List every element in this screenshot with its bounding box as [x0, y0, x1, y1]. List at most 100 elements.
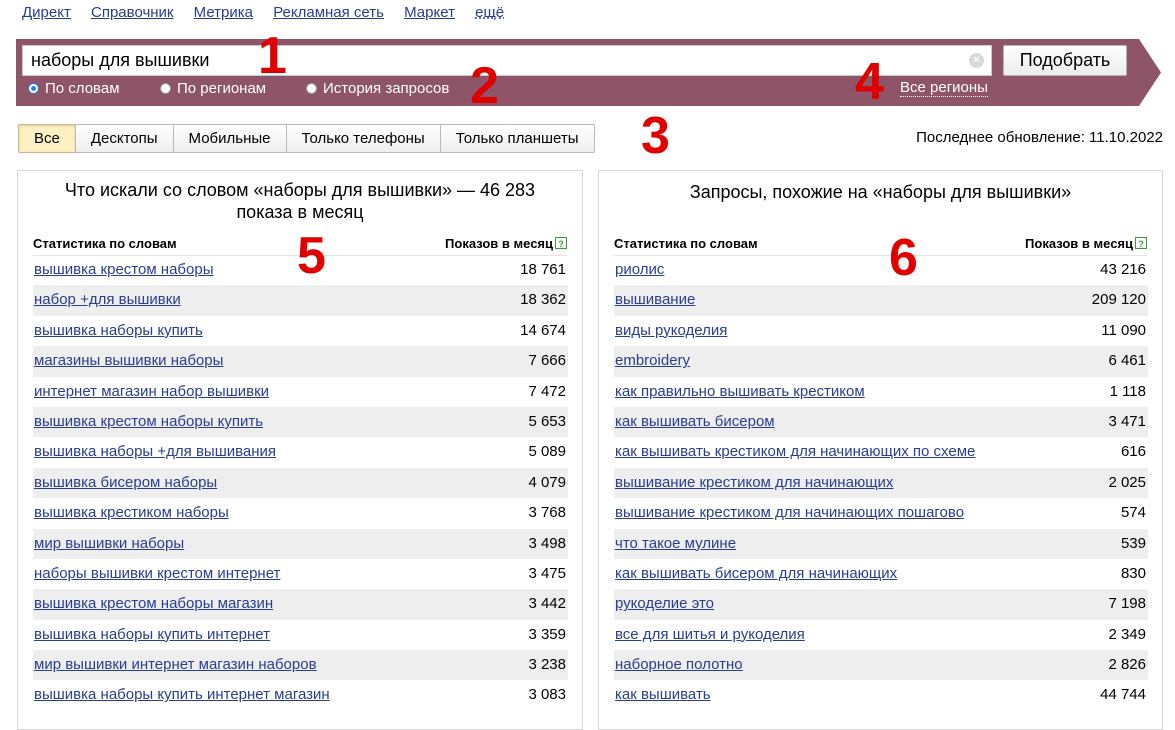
panel-title: Запросы, похожие на «наборы для вышивки»	[689, 182, 1072, 202]
keyword-link[interactable]: мир вышивки интернет магазин наборов	[34, 656, 317, 673]
impressions-count: 209 120	[1091, 291, 1146, 309]
impressions-count: 2 349	[1108, 625, 1146, 643]
col-header-words: Статистика по словам	[614, 236, 758, 251]
impressions-count: 830	[1120, 564, 1146, 582]
table-row: как вышивать 44 744	[614, 680, 1148, 710]
nav-link-market[interactable]: Маркет	[404, 4, 455, 21]
impressions-count: 6 461	[1108, 352, 1146, 370]
device-tabs: Все Десктопы Мобильные Только телефоны Т…	[18, 124, 595, 153]
radio-label: История запросов	[323, 80, 450, 97]
submit-button[interactable]: Подобрать	[1003, 45, 1127, 76]
keyword-link[interactable]: как вышивать крестиком для начинающих по…	[615, 443, 975, 460]
impressions-count: 7 472	[528, 382, 566, 400]
impressions-count: 2 826	[1108, 656, 1146, 674]
table-row: вышивка бисером наборы 4 079	[33, 467, 568, 499]
table-row: вышивание крестиком для начинающих 2 025	[614, 467, 1148, 499]
annotation-2: 2	[470, 57, 499, 115]
keyword-link[interactable]: как вышивать бисером для начинающих	[615, 565, 897, 582]
keyword-link[interactable]: вышивка крестом наборы	[34, 261, 214, 278]
impressions-count: 14 674	[520, 321, 566, 339]
keyword-link[interactable]: виды рукоделия	[615, 322, 727, 339]
table-row: мир вышивки наборы 3 498	[33, 528, 568, 559]
tab-tablets-only[interactable]: Только планшеты	[439, 124, 595, 153]
keyword-link[interactable]: как вышивать бисером	[615, 413, 775, 430]
all-regions-link[interactable]: Все регионы	[900, 80, 988, 97]
table-row: embroidery 6 461	[614, 346, 1148, 377]
keyword-link[interactable]: вышивка наборы купить	[34, 322, 203, 339]
table-row: как вышивать бисером для начинающих 830	[614, 559, 1148, 589]
impressions-count: 2 025	[1108, 473, 1146, 491]
keyword-link[interactable]: наборное полотно	[615, 656, 743, 673]
table-row: рукоделие это 7 198	[614, 589, 1148, 620]
nav-link-ad-network[interactable]: Рекламная сеть	[273, 4, 384, 21]
keyword-link[interactable]: что такое мулине	[615, 535, 736, 552]
keyword-link[interactable]: все для шитья и рукоделия	[615, 626, 805, 643]
impressions-count: 539	[1120, 534, 1146, 552]
table-row: как правильно вышивать крестиком 1 118	[614, 377, 1148, 407]
tab-desktops[interactable]: Десктопы	[74, 124, 174, 153]
keyword-link[interactable]: вышивание	[615, 291, 695, 308]
impressions-count: 3 083	[528, 686, 566, 704]
keyword-link[interactable]: вышивание крестиком для начинающих	[615, 474, 893, 491]
impressions-count: 616	[1120, 443, 1146, 461]
annotation-1: 1	[258, 27, 287, 85]
tab-all[interactable]: Все	[18, 124, 76, 153]
keyword-link[interactable]: рукоделие это	[615, 595, 714, 612]
radio-by-regions[interactable]: По регионам	[160, 80, 266, 97]
impressions-count: 3 442	[528, 595, 566, 613]
impressions-count: 43 216	[1100, 261, 1146, 278]
clear-icon[interactable]: ×	[969, 53, 984, 68]
nav-link-metrika[interactable]: Метрика	[194, 4, 253, 21]
table-row: вышивка крестиком наборы 3 768	[33, 498, 568, 528]
keyword-link[interactable]: как вышивать	[615, 686, 711, 703]
help-icon[interactable]: ?	[555, 237, 567, 249]
keyword-link[interactable]: интернет магазин набор вышивки	[34, 383, 269, 400]
help-icon[interactable]: ?	[1135, 237, 1147, 249]
col-header-count: Показов в месяц?	[445, 236, 567, 251]
panel-title: Что искали со словом «наборы для вышивки…	[64, 180, 536, 222]
keyword-link[interactable]: вышивка наборы купить интернет	[34, 626, 270, 643]
table-row: вышивка крестом наборы магазин 3 442	[33, 589, 568, 620]
keyword-link[interactable]: вышивание крестиком для начинающих пошаг…	[615, 504, 964, 521]
impressions-count: 5 089	[528, 443, 566, 461]
keyword-link[interactable]: вышивка бисером наборы	[34, 474, 217, 491]
keyword-link[interactable]: как правильно вышивать крестиком	[615, 383, 865, 400]
keyword-link[interactable]: embroidery	[615, 352, 690, 369]
keyword-link[interactable]: вышивка наборы +для вышивания	[34, 443, 276, 460]
keyword-link[interactable]: вышивка наборы купить интернет магазин	[34, 686, 330, 703]
table-row: интернет магазин набор вышивки 7 472	[33, 377, 568, 407]
table-row: вышивание 209 120	[614, 285, 1148, 316]
keyword-link[interactable]: мир вышивки наборы	[34, 535, 184, 552]
keyword-link[interactable]: набор +для вышивки	[34, 291, 181, 308]
table-row: наборы вышивки крестом интернет 3 475	[33, 559, 568, 589]
nav-link-direct[interactable]: Директ	[22, 4, 71, 21]
table-row: все для шитья и рукоделия 2 349	[614, 620, 1148, 650]
table-row: виды рукоделия 11 090	[614, 316, 1148, 346]
keyword-link[interactable]: вышивка крестом наборы купить	[34, 413, 263, 430]
nav-link-handbook[interactable]: Справочник	[91, 4, 174, 21]
nav-link-more[interactable]: ещё	[475, 4, 504, 21]
radio-by-words[interactable]: По словам	[28, 80, 120, 97]
impressions-count: 3 475	[528, 564, 566, 582]
impressions-count: 5 653	[528, 412, 566, 430]
annotation-6: 6	[889, 229, 918, 287]
radio-history[interactable]: История запросов	[306, 80, 449, 97]
keyword-link[interactable]: вышивка крестиком наборы	[34, 504, 229, 521]
last-updated: Последнее обновление: 11.10.2022	[916, 129, 1163, 146]
table-row: магазины вышивки наборы 7 666	[33, 346, 568, 377]
table-row: мир вышивки интернет магазин наборов 3 23…	[33, 650, 568, 681]
impressions-count: 3 498	[528, 534, 566, 552]
table-row: как вышивать крестиком для начинающих по…	[614, 437, 1148, 467]
keyword-link[interactable]: вышивка крестом наборы магазин	[34, 595, 273, 612]
table-row: риолис 43 216	[614, 255, 1148, 285]
impressions-count: 3 471	[1108, 412, 1146, 430]
search-box: ×	[22, 45, 992, 76]
table-row: вышивка наборы купить интернет магазин 3 …	[33, 680, 568, 710]
keyword-link[interactable]: магазины вышивки наборы	[34, 352, 223, 369]
keyword-link[interactable]: наборы вышивки крестом интернет	[34, 565, 280, 582]
tab-mobile[interactable]: Мобильные	[172, 124, 287, 153]
impressions-count: 1 118	[1109, 382, 1146, 400]
impressions-count: 3 359	[528, 625, 566, 643]
tab-phones-only[interactable]: Только телефоны	[285, 124, 441, 153]
keyword-link[interactable]: риолис	[615, 261, 664, 278]
